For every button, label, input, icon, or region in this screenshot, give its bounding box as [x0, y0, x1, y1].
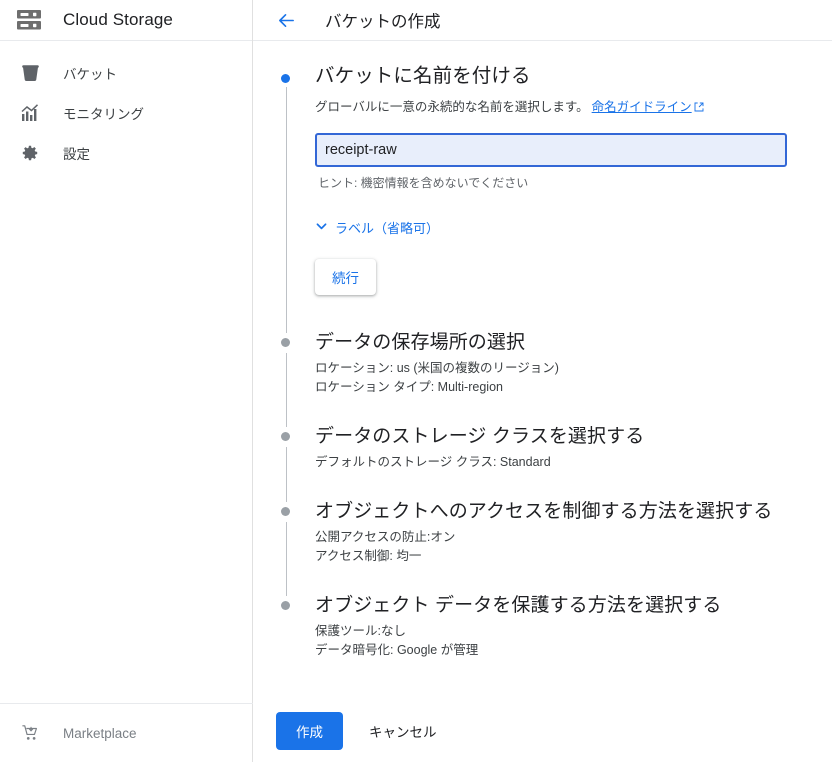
page-title: バケットの作成	[325, 13, 441, 31]
step-summary-line: 保護ツール:なし	[315, 624, 406, 638]
external-link-icon	[694, 99, 704, 117]
brand-header: Cloud Storage	[0, 0, 252, 41]
gear-icon	[18, 144, 42, 162]
step-summary-line: ロケーション: us (米国の複数のリージョン)	[315, 361, 559, 375]
sidebar-item-monitoring[interactable]: モニタリング	[0, 93, 252, 133]
main-content: バケットの作成 バケットに名前を付ける グローバルに一意の永続的な名前を選択しま…	[253, 0, 832, 762]
sidebar-item-marketplace[interactable]: Marketplace	[0, 703, 253, 762]
shopping-cart-icon	[18, 724, 42, 742]
step-summary-line: デフォルトのストレージ クラス: Standard	[315, 455, 551, 469]
sidebar-item-label: モニタリング	[63, 107, 144, 122]
step-rail	[285, 447, 287, 502]
step-data-protection: オブジェクト データを保護する方法を選択する 保護ツール:なし データ暗号化: …	[253, 592, 832, 660]
step-dot	[281, 432, 290, 441]
labels-expander-label: ラベル（省略可）	[335, 221, 440, 236]
step-dot	[281, 601, 290, 610]
step-summary: 保護ツール:なし データ暗号化: Google が管理	[315, 622, 810, 660]
step-list: バケットに名前を付ける グローバルに一意の永続的な名前を選択します。 命名ガイドラ…	[253, 41, 832, 660]
chevron-down-icon	[315, 220, 328, 236]
step-access-control: オブジェクトへのアクセスを制御する方法を選択する 公開アクセスの防止:オン アク…	[253, 498, 832, 596]
step-title[interactable]: オブジェクトへのアクセスを制御する方法を選択する	[315, 498, 810, 525]
step-summary: デフォルトのストレージ クラス: Standard	[315, 453, 810, 472]
page-header: バケットの作成	[253, 0, 832, 41]
bucket-name-hint: ヒント: 機密情報を含めないでください	[318, 176, 529, 190]
cancel-button[interactable]: キャンセル	[357, 712, 449, 750]
step-storage-class: データのストレージ クラスを選択する デフォルトのストレージ クラス: Stan…	[253, 423, 832, 502]
form-actions: 作成 キャンセル	[253, 700, 832, 762]
create-bucket-form: バケットに名前を付ける グローバルに一意の永続的な名前を選択します。 命名ガイドラ…	[253, 41, 832, 762]
step-choose-location: データの保存場所の選択 ロケーション: us (米国の複数のリージョン) ロケー…	[253, 329, 832, 427]
step-rail	[285, 353, 287, 427]
sidebar-item-settings[interactable]: 設定	[0, 133, 252, 173]
step-summary: ロケーション: us (米国の複数のリージョン) ロケーション タイプ: Mul…	[315, 359, 810, 397]
naming-guidelines-link[interactable]: 命名ガイドライン	[592, 100, 704, 114]
step-title[interactable]: データのストレージ クラスを選択する	[315, 423, 810, 450]
step-title[interactable]: バケットに名前を付ける	[315, 63, 810, 90]
storage-rack-icon	[16, 9, 46, 31]
step-title[interactable]: データの保存場所の選択	[315, 329, 810, 356]
monitoring-chart-icon	[18, 104, 42, 122]
labels-expander[interactable]: ラベル（省略可）	[315, 218, 439, 237]
arrow-left-icon[interactable]	[273, 7, 299, 33]
app-root: Cloud Storage バケット モニタリング 設定 Marketplace…	[0, 0, 832, 762]
step-body: グローバルに一意の永続的な名前を選択します。命名ガイドライン ヒント: 機密情報…	[315, 90, 810, 329]
step-summary-line: アクセス制御: 均一	[315, 549, 422, 563]
step-rail	[285, 522, 287, 596]
step-description: グローバルに一意の永続的な名前を選択します。 命名ガイドライン	[315, 98, 810, 117]
step-dot-active	[281, 74, 290, 83]
step-title[interactable]: オブジェクト データを保護する方法を選択する	[315, 592, 810, 619]
step-summary-line: ロケーション タイプ: Multi-region	[315, 380, 503, 394]
sidebar: Cloud Storage バケット モニタリング 設定 Marketplace	[0, 0, 253, 762]
step-summary-line: データ暗号化: Google が管理	[315, 643, 479, 657]
sidebar-item-label: 設定	[63, 147, 90, 162]
step-description-text: グローバルに一意の永続的な名前を選択します。	[315, 100, 589, 114]
sidebar-item-label: Marketplace	[63, 725, 137, 741]
naming-guidelines-label: 命名ガイドライン	[591, 100, 692, 114]
step-dot	[281, 338, 290, 347]
bucket-name-input[interactable]	[315, 133, 787, 167]
step-name-bucket: バケットに名前を付ける グローバルに一意の永続的な名前を選択します。 命名ガイドラ…	[253, 63, 832, 333]
sidebar-nav: バケット モニタリング 設定	[0, 41, 252, 173]
continue-button[interactable]: 続行	[315, 259, 376, 295]
sidebar-item-buckets[interactable]: バケット	[0, 53, 252, 93]
step-summary-line: 公開アクセスの防止:オン	[315, 530, 456, 544]
create-button[interactable]: 作成	[276, 712, 343, 750]
bucket-icon	[18, 64, 42, 82]
sidebar-item-label: バケット	[63, 67, 117, 82]
brand-title: Cloud Storage	[63, 10, 173, 29]
step-dot	[281, 507, 290, 516]
step-summary: 公開アクセスの防止:オン アクセス制御: 均一	[315, 528, 810, 566]
step-rail	[285, 87, 287, 333]
